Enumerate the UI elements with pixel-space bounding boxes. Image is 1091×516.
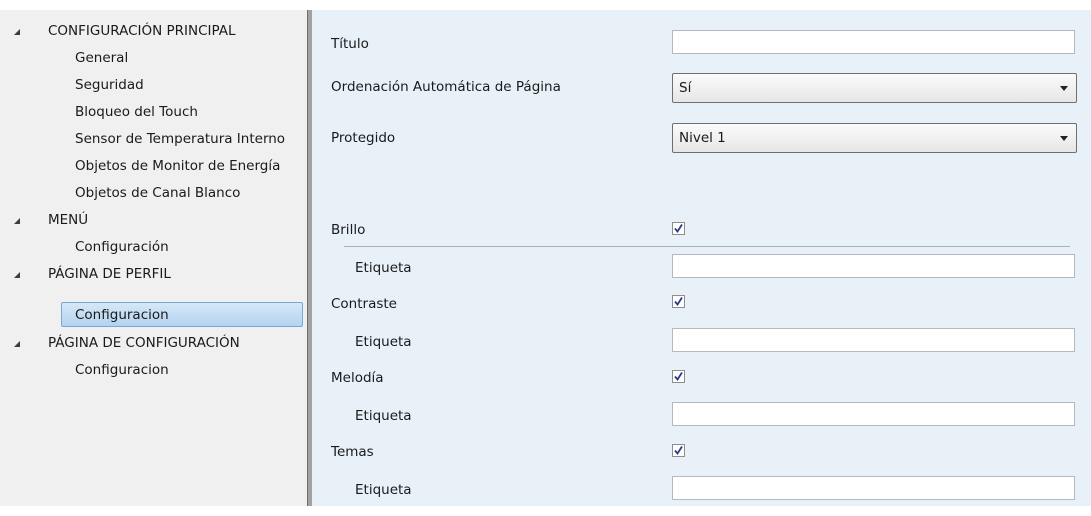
melodia-etiqueta-label: Etiqueta [355,408,412,424]
temas-etiqueta-label: Etiqueta [355,482,412,498]
tree-item-label: Sensor de Temperatura Interno [75,131,286,147]
titulo-input[interactable] [672,30,1075,54]
tree-item-seguridad[interactable]: Seguridad [0,74,307,96]
tree-section-label: MENÚ [48,212,89,228]
contraste-etiqueta-label: Etiqueta [355,334,412,350]
temas-checkbox[interactable] [672,444,685,457]
tree-item-config-configuracion[interactable]: Configuracion [0,359,307,381]
tree-item-canal-blanco[interactable]: Objetos de Canal Blanco [0,182,307,204]
dropdown-arrow-icon [1060,86,1068,91]
tree-item-label: Objetos de Canal Blanco [75,185,241,201]
tree-item-sensor-temperatura[interactable]: Sensor de Temperatura Interno [0,128,307,150]
tree-item-label: General [75,50,129,66]
tree-item-menu-configuracion[interactable]: Configuración [0,236,307,258]
melodia-checkbox[interactable] [672,370,685,383]
tree-section-label: PÁGINA DE PERFIL [48,266,171,282]
dropdown-arrow-icon [1060,136,1068,141]
checkmark-icon [674,446,683,456]
temas-label: Temas [331,444,374,460]
melodia-etiqueta-input[interactable] [672,402,1075,426]
tree-item-label: Objetos de Monitor de Energía [75,158,281,174]
tree-item-perfil-configuracion[interactable]: Configuracion [0,304,307,326]
collapse-triangle-icon[interactable] [14,218,20,224]
section-divider [344,246,1070,247]
protegido-dropdown[interactable]: Nivel 1 [672,123,1077,153]
contraste-etiqueta-input[interactable] [672,328,1075,352]
checkmark-icon [674,297,683,307]
brillo-etiqueta-label: Etiqueta [355,260,412,276]
tree-item-bloqueo-touch[interactable]: Bloqueo del Touch [0,101,307,123]
tree-item-label: Configuración [75,239,169,255]
tree-item-monitor-energia[interactable]: Objetos de Monitor de Energía [0,155,307,177]
temas-etiqueta-input[interactable] [672,476,1075,500]
brillo-checkbox[interactable] [672,222,685,235]
collapse-triangle-icon[interactable] [14,341,20,347]
checkmark-icon [674,372,683,382]
parameters-panel: Título Ordenación Automática de Página S… [312,10,1091,506]
ordenacion-label: Ordenación Automática de Página [331,79,561,95]
brillo-label: Brillo [331,222,366,238]
tree-item-label: Bloqueo del Touch [75,104,198,120]
contraste-checkbox[interactable] [672,295,685,308]
collapse-triangle-icon[interactable] [14,272,20,278]
tree-section-menu[interactable]: MENÚ [0,209,307,231]
contraste-label: Contraste [331,296,397,312]
brillo-etiqueta-input[interactable] [672,254,1075,278]
navigation-tree: CONFIGURACIÓN PRINCIPAL General Segurida… [0,10,307,506]
protegido-label: Protegido [331,130,396,146]
checkmark-icon [674,224,683,234]
tree-item-general[interactable]: General [0,47,307,69]
titulo-label: Título [331,36,369,52]
tree-section-pagina-perfil[interactable]: PÁGINA DE PERFIL [0,263,307,285]
tree-section-pagina-configuracion[interactable]: PÁGINA DE CONFIGURACIÓN [0,332,307,354]
tree-section-label: PÁGINA DE CONFIGURACIÓN [48,335,240,351]
protegido-value: Nivel 1 [679,130,726,146]
tree-section-configuracion-principal[interactable]: CONFIGURACIÓN PRINCIPAL [0,20,307,42]
melodia-label: Melodía [331,370,384,386]
tree-item-label: Configuracion [75,307,169,323]
ordenacion-value: Sí [679,80,692,96]
collapse-triangle-icon[interactable] [14,29,20,35]
tree-item-label: Seguridad [75,77,144,93]
ordenacion-dropdown[interactable]: Sí [672,73,1077,103]
tree-section-label: CONFIGURACIÓN PRINCIPAL [48,23,236,39]
tree-item-label: Configuracion [75,362,169,378]
